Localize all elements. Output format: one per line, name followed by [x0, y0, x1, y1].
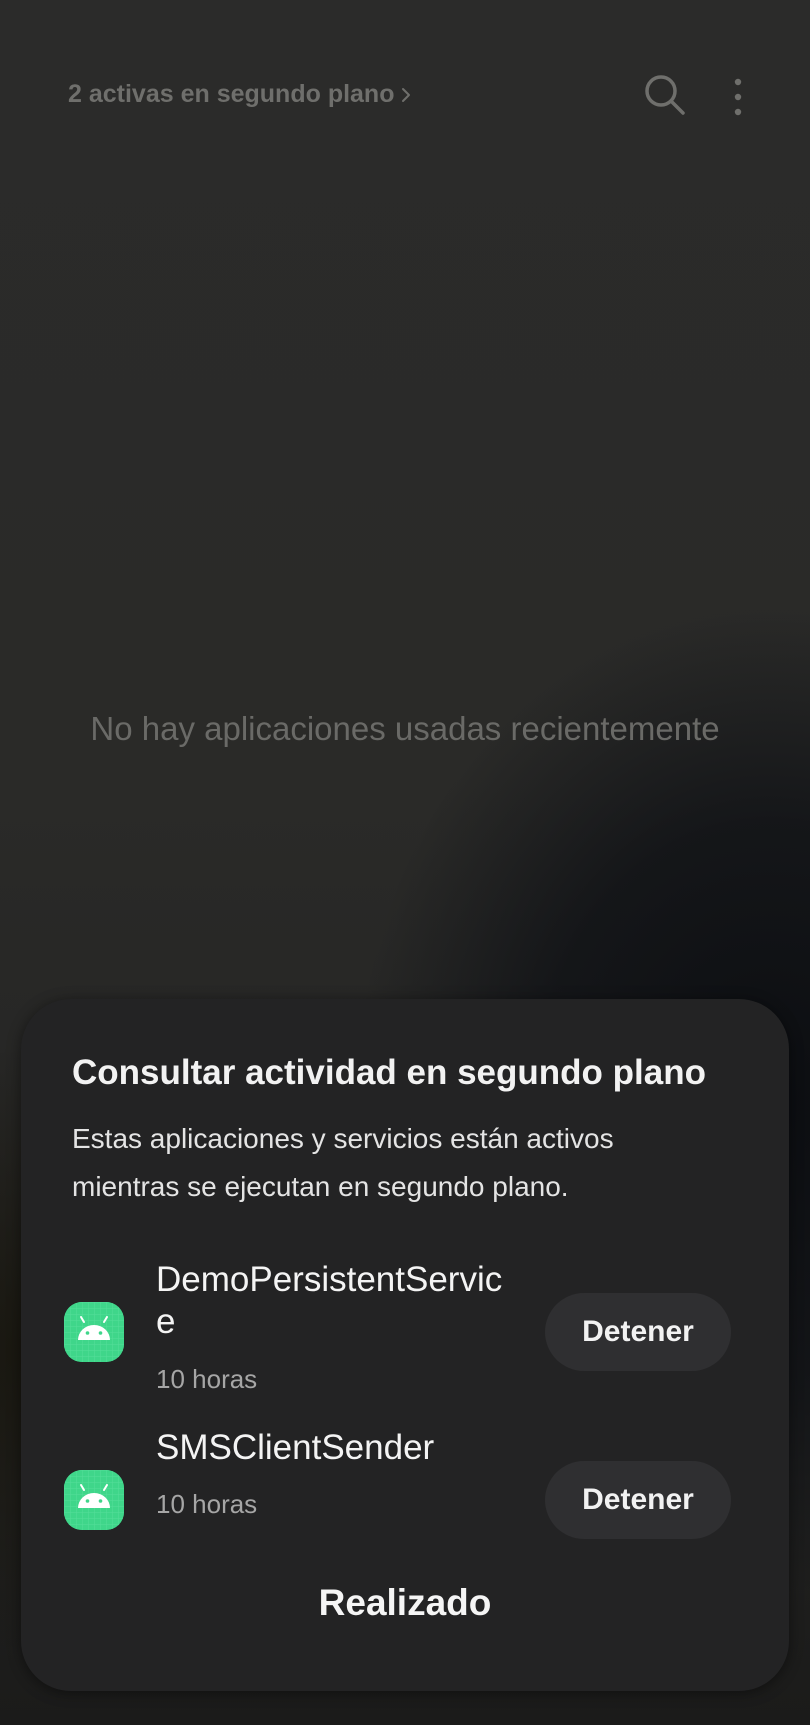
- more-options-button[interactable]: [722, 76, 754, 118]
- background-activity-sheet: Consultar actividad en segundo plano Est…: [21, 999, 789, 1691]
- search-button[interactable]: [642, 72, 688, 118]
- sheet-title: Consultar actividad en segundo plano: [72, 1053, 706, 1092]
- app-running-time: 10 horas: [156, 1364, 258, 1394]
- app-name: SMSClientSender: [156, 1428, 435, 1467]
- recents-top-bar: 2 activas en segundo plano: [0, 0, 810, 195]
- done-button[interactable]: Realizado: [21, 1582, 789, 1624]
- chevron-right-icon: [402, 87, 411, 102]
- stop-button[interactable]: Detener: [545, 1293, 731, 1371]
- android-icon: [64, 1302, 124, 1362]
- app-name: DemoPersistentService: [156, 1260, 503, 1341]
- app-row: DemoPersistentService 10 horas Detener: [21, 1260, 789, 1399]
- sheet-description: Estas aplicaciones y servicios están act…: [72, 1123, 614, 1202]
- more-vertical-icon: [734, 78, 742, 116]
- background-activity-link[interactable]: 2 activas en segundo plano: [68, 80, 414, 109]
- no-recent-apps-message: No hay aplicaciones usadas recientemente: [90, 710, 720, 747]
- search-icon: [645, 75, 685, 115]
- android-icon: [64, 1470, 124, 1530]
- background-activity-label: 2 activas en segundo plano: [68, 80, 395, 108]
- stop-button[interactable]: Detener: [545, 1461, 731, 1539]
- app-row: SMSClientSender 10 horas Detener: [21, 1428, 789, 1547]
- app-running-time: 10 horas: [156, 1489, 258, 1519]
